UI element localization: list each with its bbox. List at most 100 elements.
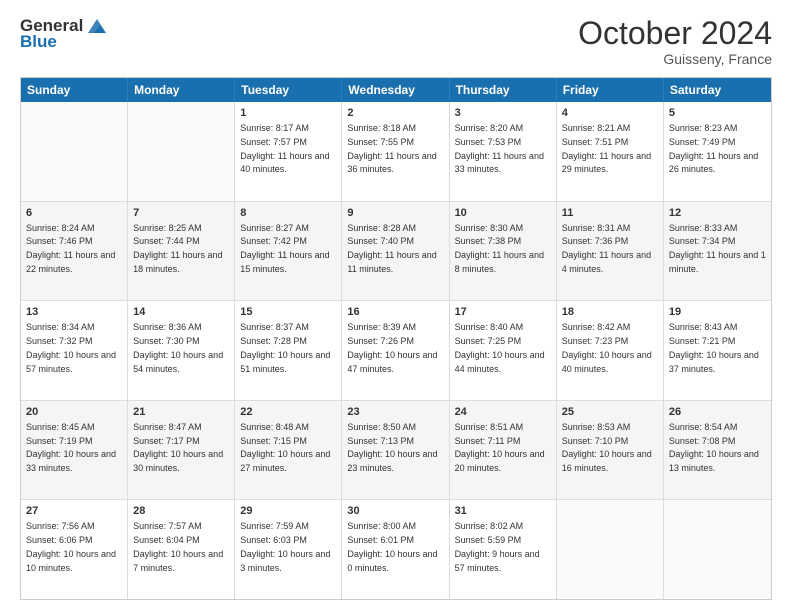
calendar-row-1: 1 Sunrise: 8:17 AM Sunset: 7:57 PM Daylig… [21,102,771,202]
calendar-cell: 28 Sunrise: 7:57 AM Sunset: 6:04 PM Dayli… [128,500,235,599]
calendar-cell: 15Sunrise: 8:37 AM Sunset: 7:28 PM Dayli… [235,301,342,400]
cell-info: Sunrise: 7:56 AM Sunset: 6:06 PM Dayligh… [26,521,116,572]
day-number: 30 [347,504,443,519]
day-number: 17 [455,305,551,320]
page: General Blue October 2024 Guisseny, Fran… [0,0,792,612]
calendar-cell: 24 Sunrise: 8:51 AM Sunset: 7:11 PM Dayli… [450,401,557,500]
day-number: 19 [669,305,766,320]
cell-info: Sunrise: 8:02 AM Sunset: 5:59 PM Dayligh… [455,521,540,572]
cell-info: Sunrise: 8:47 AM Sunset: 7:17 PM Dayligh… [133,422,223,473]
day-number: 22 [240,405,336,420]
cell-info: Sunrise: 8:34 AM Sunset: 7:32 PM Dayligh… [26,322,116,373]
day-number: 29 [240,504,336,519]
cell-info: Sunrise: 8:23 AM Sunset: 7:49 PM Dayligh… [669,123,758,174]
cell-info: Sunrise: 8:21 AM Sunset: 7:51 PM Dayligh… [562,123,651,174]
cell-info: Sunrise: 8:45 AM Sunset: 7:19 PM Dayligh… [26,422,116,473]
cell-info: Sunrise: 8:27 AM Sunset: 7:42 PM Dayligh… [240,223,329,274]
day-number: 10 [455,206,551,221]
header: General Blue October 2024 Guisseny, Fran… [20,16,772,67]
calendar-cell: 2 Sunrise: 8:18 AM Sunset: 7:55 PM Daylig… [342,102,449,201]
calendar-cell: 5Sunrise: 8:23 AM Sunset: 7:49 PM Daylig… [664,102,771,201]
calendar-row-5: 27 Sunrise: 7:56 AM Sunset: 6:06 PM Dayli… [21,500,771,599]
calendar-cell: 17 Sunrise: 8:40 AM Sunset: 7:25 PM Dayli… [450,301,557,400]
day-number: 21 [133,405,229,420]
calendar-cell: 30 Sunrise: 8:00 AM Sunset: 6:01 PM Dayli… [342,500,449,599]
calendar-body: 1 Sunrise: 8:17 AM Sunset: 7:57 PM Daylig… [21,102,771,599]
cell-info: Sunrise: 8:24 AM Sunset: 7:46 PM Dayligh… [26,223,115,274]
calendar-cell: 21 Sunrise: 8:47 AM Sunset: 7:17 PM Dayli… [128,401,235,500]
cell-info: Sunrise: 8:54 AM Sunset: 7:08 PM Dayligh… [669,422,759,473]
cell-info: Sunrise: 8:42 AM Sunset: 7:23 PM Dayligh… [562,322,652,373]
calendar-cell: 22 Sunrise: 8:48 AM Sunset: 7:15 PM Dayli… [235,401,342,500]
day-number: 14 [133,305,229,320]
cell-info: Sunrise: 7:59 AM Sunset: 6:03 PM Dayligh… [240,521,330,572]
calendar-cell: 1 Sunrise: 8:17 AM Sunset: 7:57 PM Daylig… [235,102,342,201]
day-number: 2 [347,106,443,121]
day-number: 9 [347,206,443,221]
calendar-cell: 12Sunrise: 8:33 AM Sunset: 7:34 PM Dayli… [664,202,771,301]
day-number: 27 [26,504,122,519]
calendar: SundayMondayTuesdayWednesdayThursdayFrid… [20,77,772,600]
header-day-tuesday: Tuesday [235,78,342,102]
cell-info: Sunrise: 8:53 AM Sunset: 7:10 PM Dayligh… [562,422,652,473]
calendar-row-2: 6 Sunrise: 8:24 AM Sunset: 7:46 PM Daylig… [21,202,771,302]
calendar-cell: 27 Sunrise: 7:56 AM Sunset: 6:06 PM Dayli… [21,500,128,599]
day-number: 3 [455,106,551,121]
calendar-cell: 13 Sunrise: 8:34 AM Sunset: 7:32 PM Dayli… [21,301,128,400]
day-number: 7 [133,206,229,221]
day-number: 26 [669,405,766,420]
header-day-thursday: Thursday [450,78,557,102]
day-number: 6 [26,206,122,221]
day-number: 24 [455,405,551,420]
calendar-row-4: 20 Sunrise: 8:45 AM Sunset: 7:19 PM Dayli… [21,401,771,501]
day-number: 13 [26,305,122,320]
calendar-cell: 4 Sunrise: 8:21 AM Sunset: 7:51 PM Daylig… [557,102,664,201]
calendar-cell [557,500,664,599]
day-number: 31 [455,504,551,519]
cell-info: Sunrise: 8:43 AM Sunset: 7:21 PM Dayligh… [669,322,759,373]
cell-info: Sunrise: 8:39 AM Sunset: 7:26 PM Dayligh… [347,322,437,373]
calendar-cell [664,500,771,599]
logo-icon [86,17,108,35]
cell-info: Sunrise: 8:20 AM Sunset: 7:53 PM Dayligh… [455,123,544,174]
cell-info: Sunrise: 8:18 AM Sunset: 7:55 PM Dayligh… [347,123,436,174]
cell-info: Sunrise: 8:48 AM Sunset: 7:15 PM Dayligh… [240,422,330,473]
cell-info: Sunrise: 8:51 AM Sunset: 7:11 PM Dayligh… [455,422,545,473]
header-day-saturday: Saturday [664,78,771,102]
title-block: October 2024 Guisseny, France [578,16,772,67]
header-day-wednesday: Wednesday [342,78,449,102]
day-number: 1 [240,106,336,121]
cell-info: Sunrise: 8:00 AM Sunset: 6:01 PM Dayligh… [347,521,437,572]
logo-text-blue: Blue [20,32,57,52]
calendar-cell: 6 Sunrise: 8:24 AM Sunset: 7:46 PM Daylig… [21,202,128,301]
calendar-cell: 9 Sunrise: 8:28 AM Sunset: 7:40 PM Daylig… [342,202,449,301]
day-number: 12 [669,206,766,221]
calendar-cell: 18Sunrise: 8:42 AM Sunset: 7:23 PM Dayli… [557,301,664,400]
cell-info: Sunrise: 8:28 AM Sunset: 7:40 PM Dayligh… [347,223,436,274]
calendar-cell: 19 Sunrise: 8:43 AM Sunset: 7:21 PM Dayli… [664,301,771,400]
day-number: 28 [133,504,229,519]
month-title: October 2024 [578,16,772,51]
calendar-cell: 16Sunrise: 8:39 AM Sunset: 7:26 PM Dayli… [342,301,449,400]
day-number: 4 [562,106,658,121]
cell-info: Sunrise: 7:57 AM Sunset: 6:04 PM Dayligh… [133,521,223,572]
calendar-cell: 20 Sunrise: 8:45 AM Sunset: 7:19 PM Dayli… [21,401,128,500]
calendar-cell: 10 Sunrise: 8:30 AM Sunset: 7:38 PM Dayli… [450,202,557,301]
cell-info: Sunrise: 8:50 AM Sunset: 7:13 PM Dayligh… [347,422,437,473]
day-number: 8 [240,206,336,221]
calendar-cell: 26 Sunrise: 8:54 AM Sunset: 7:08 PM Dayli… [664,401,771,500]
day-number: 25 [562,405,658,420]
day-number: 23 [347,405,443,420]
calendar-cell: 3 Sunrise: 8:20 AM Sunset: 7:53 PM Daylig… [450,102,557,201]
day-number: 20 [26,405,122,420]
calendar-cell: 29 Sunrise: 7:59 AM Sunset: 6:03 PM Dayli… [235,500,342,599]
header-day-friday: Friday [557,78,664,102]
cell-info: Sunrise: 8:17 AM Sunset: 7:57 PM Dayligh… [240,123,329,174]
cell-info: Sunrise: 8:30 AM Sunset: 7:38 PM Dayligh… [455,223,544,274]
header-day-sunday: Sunday [21,78,128,102]
logo: General Blue [20,16,108,52]
calendar-row-3: 13 Sunrise: 8:34 AM Sunset: 7:32 PM Dayli… [21,301,771,401]
cell-info: Sunrise: 8:40 AM Sunset: 7:25 PM Dayligh… [455,322,545,373]
day-number: 15 [240,305,336,320]
day-number: 11 [562,206,658,221]
